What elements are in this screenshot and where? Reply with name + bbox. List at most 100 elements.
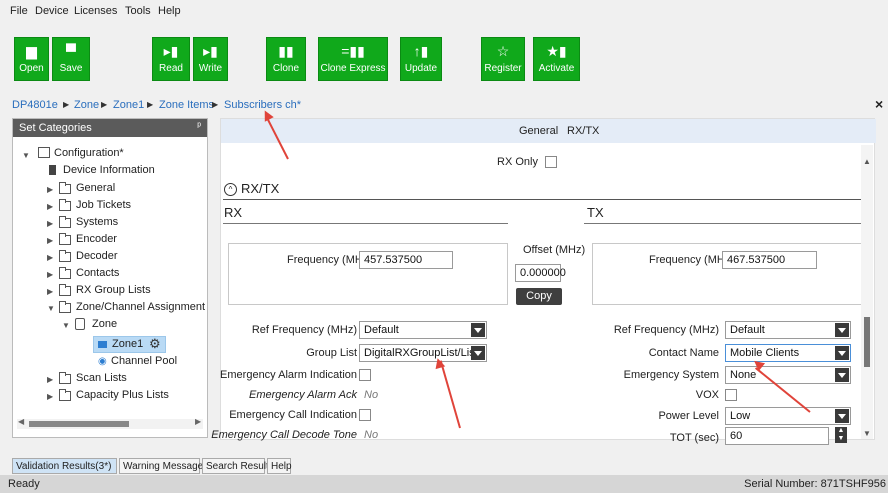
emergency-call-indication-checkbox[interactable] bbox=[359, 409, 371, 421]
tab-help[interactable]: Help bbox=[267, 458, 292, 474]
set-categories-panel: Set Categories ᵖ ▼ Configuration* Device… bbox=[12, 118, 208, 438]
menu-help[interactable]: Help bbox=[158, 5, 181, 17]
tot-input[interactable]: 60 bbox=[725, 427, 829, 445]
open-button[interactable]: ▆ Open bbox=[14, 37, 49, 81]
collapse-arrow-icon[interactable]: ▶ bbox=[47, 392, 53, 401]
chevron-right-icon: ▶ bbox=[212, 100, 219, 109]
tree-zone1-selected[interactable]: Zone1 ⚙ bbox=[93, 336, 166, 353]
tree-general[interactable]: General bbox=[76, 182, 115, 196]
scroll-down-icon[interactable]: ▼ bbox=[863, 429, 871, 438]
rx-ref-frequency-select[interactable]: Default bbox=[359, 321, 487, 339]
tree-job-tickets[interactable]: Job Tickets bbox=[76, 199, 131, 213]
tot-stepper[interactable]: ▲ ▼ bbox=[835, 427, 847, 443]
tree-encoder[interactable]: Encoder bbox=[76, 233, 117, 247]
emergency-alarm-indication-checkbox[interactable] bbox=[359, 369, 371, 381]
breadcrumb-subscribers[interactable]: Subscribers ch* bbox=[224, 99, 301, 111]
collapse-arrow-icon[interactable]: ▶ bbox=[47, 287, 53, 296]
scroll-left-icon[interactable]: ◀ bbox=[18, 417, 24, 426]
tree-systems[interactable]: Systems bbox=[76, 216, 118, 230]
expand-arrow-icon[interactable]: ▼ bbox=[62, 321, 70, 330]
tree-capacity-plus-lists[interactable]: Capacity Plus Lists bbox=[76, 389, 169, 403]
close-icon[interactable]: × bbox=[875, 96, 883, 112]
power-level-select[interactable]: Low bbox=[725, 407, 851, 425]
horizontal-scrollbar[interactable]: ◀ ▶ bbox=[17, 417, 203, 429]
panel-header: Set Categories ᵖ bbox=[13, 119, 207, 137]
breadcrumb-zone1[interactable]: Zone1 bbox=[113, 99, 144, 111]
gear-icon[interactable]: ⚙ bbox=[149, 336, 161, 352]
collapse-icon[interactable]: ^ bbox=[224, 183, 237, 196]
expand-arrow-icon[interactable]: ▼ bbox=[22, 151, 30, 160]
tree-channel-pool[interactable]: Channel Pool bbox=[111, 355, 177, 369]
tree-decoder[interactable]: Decoder bbox=[76, 250, 118, 264]
chevron-down-icon[interactable] bbox=[835, 409, 849, 423]
tab-warning-messages[interactable]: Warning Messages bbox=[119, 458, 208, 474]
tree-configuration[interactable]: Configuration* bbox=[54, 147, 124, 161]
vox-checkbox[interactable] bbox=[725, 389, 737, 401]
tx-ref-frequency-value: Default bbox=[730, 324, 765, 336]
pin-icon[interactable]: ᵖ bbox=[197, 121, 201, 132]
rx-header: RX bbox=[224, 205, 243, 220]
emergency-system-select[interactable]: None bbox=[725, 366, 851, 384]
tree-contacts[interactable]: Contacts bbox=[76, 267, 119, 281]
scroll-right-icon[interactable]: ▶ bbox=[195, 417, 201, 426]
group-list-select[interactable]: DigitalRXGroupList/List1 bbox=[359, 344, 487, 362]
menu-licenses[interactable]: Licenses bbox=[74, 5, 117, 17]
collapse-arrow-icon[interactable]: ▶ bbox=[47, 375, 53, 384]
read-icon: ▸▮ bbox=[163, 43, 179, 59]
copy-button[interactable]: Copy bbox=[516, 288, 562, 305]
folder-icon bbox=[59, 250, 71, 262]
chevron-down-icon[interactable] bbox=[471, 323, 485, 337]
tab-search-results[interactable]: Search Results bbox=[202, 458, 274, 474]
menu-tools[interactable]: Tools bbox=[125, 5, 151, 17]
tx-frequency-input[interactable]: 467.537500 bbox=[722, 251, 817, 269]
update-label: Update bbox=[404, 63, 438, 74]
register-button[interactable]: ☆ Register bbox=[481, 37, 525, 81]
vertical-scrollbar-thumb[interactable] bbox=[864, 317, 870, 367]
tree-zone-channel-assignment[interactable]: Zone/Channel Assignment bbox=[76, 301, 205, 315]
rx-only-label: RX Only bbox=[497, 156, 538, 168]
collapse-arrow-icon[interactable]: ▶ bbox=[47, 236, 53, 245]
tree-scan-lists[interactable]: Scan Lists bbox=[76, 372, 127, 386]
activate-button[interactable]: ★▮ Activate bbox=[533, 37, 580, 81]
read-button[interactable]: ▸▮ Read bbox=[152, 37, 190, 81]
tab-general[interactable]: General bbox=[519, 125, 558, 137]
chevron-down-icon[interactable] bbox=[471, 346, 485, 360]
breadcrumb-zone-items[interactable]: Zone Items bbox=[159, 99, 214, 111]
contact-name-select[interactable]: Mobile Clients bbox=[725, 344, 851, 362]
tab-validation-results[interactable]: Validation Results(3*) bbox=[12, 458, 117, 474]
breadcrumb-device[interactable]: DP4801e bbox=[12, 99, 58, 111]
tx-header: TX bbox=[587, 205, 604, 220]
clone-button[interactable]: ▮▮ Clone bbox=[266, 37, 306, 81]
tree-rx-group-lists[interactable]: RX Group Lists bbox=[76, 284, 151, 298]
chevron-down-icon[interactable] bbox=[835, 323, 849, 337]
breadcrumb-zone[interactable]: Zone bbox=[74, 99, 99, 111]
collapse-arrow-icon[interactable]: ▶ bbox=[47, 185, 53, 194]
collapse-arrow-icon[interactable]: ▶ bbox=[47, 253, 53, 262]
update-button[interactable]: ↑▮ Update bbox=[400, 37, 442, 81]
write-button[interactable]: ▸▮ Write bbox=[193, 37, 228, 81]
tree-zone[interactable]: Zone bbox=[92, 318, 117, 332]
save-button[interactable]: ▀ Save bbox=[52, 37, 90, 81]
rx-frequency-input[interactable]: 457.537500 bbox=[359, 251, 453, 269]
menu-file[interactable]: File bbox=[10, 5, 28, 17]
rx-only-checkbox[interactable] bbox=[545, 156, 557, 168]
tx-ref-frequency-select[interactable]: Default bbox=[725, 321, 851, 339]
chevron-down-icon[interactable] bbox=[835, 368, 849, 382]
vertical-scrollbar[interactable]: ▲ ▼ bbox=[861, 145, 873, 439]
scrollbar-thumb[interactable] bbox=[29, 421, 129, 427]
update-icon: ↑▮ bbox=[413, 43, 429, 59]
emergency-call-indication-label: Emergency Call Indication bbox=[229, 409, 357, 421]
rx-ref-frequency-label: Ref Frequency (MHz) bbox=[251, 324, 357, 336]
expand-arrow-icon[interactable]: ▼ bbox=[47, 304, 55, 313]
write-icon: ▸▮ bbox=[203, 43, 218, 59]
collapse-arrow-icon[interactable]: ▶ bbox=[47, 219, 53, 228]
tree-device-information[interactable]: Device Information bbox=[63, 164, 155, 178]
collapse-arrow-icon[interactable]: ▶ bbox=[47, 270, 53, 279]
offset-input[interactable]: 0.000000 bbox=[515, 264, 566, 282]
chevron-down-icon[interactable] bbox=[835, 346, 849, 360]
scroll-up-icon[interactable]: ▲ bbox=[863, 157, 871, 166]
clone-express-button[interactable]: =▮▮ Clone Express bbox=[318, 37, 388, 81]
collapse-arrow-icon[interactable]: ▶ bbox=[47, 202, 53, 211]
tab-rx-tx[interactable]: RX/TX bbox=[567, 125, 599, 137]
menu-device[interactable]: Device bbox=[35, 5, 69, 17]
